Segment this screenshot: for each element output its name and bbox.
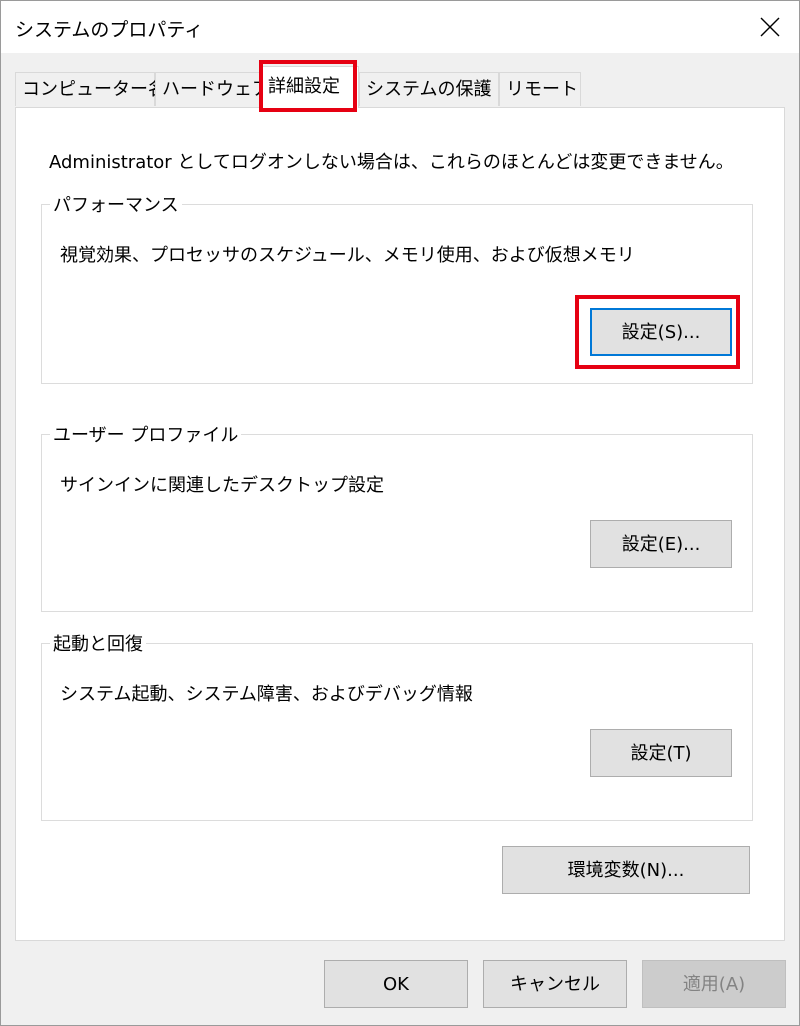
user-profiles-group-label: ユーザー プロファイル — [50, 421, 242, 447]
startup-recovery-settings-button[interactable]: 設定(T) — [590, 729, 732, 777]
tab-hardware[interactable]: ハードウェア — [155, 72, 270, 106]
advanced-tab-panel: Administrator としてログオンしない場合は、これらのほとんどは変更で… — [15, 107, 785, 941]
user-profiles-settings-button[interactable]: 設定(E)... — [590, 520, 732, 568]
close-button[interactable] — [741, 1, 799, 53]
tab-system-protection[interactable]: システムの保護 — [359, 72, 499, 106]
cancel-button[interactable]: キャンセル — [483, 960, 627, 1008]
tab-advanced[interactable]: 詳細設定 — [261, 66, 359, 108]
system-properties-dialog: システムのプロパティ コンピューター名 ハードウェア 詳細設定 システムの保護 … — [0, 0, 800, 1026]
title-bar: システムのプロパティ — [1, 1, 799, 53]
tab-computer-name[interactable]: コンピューター名 — [15, 72, 166, 106]
performance-settings-button[interactable]: 設定(S)... — [590, 308, 732, 356]
performance-group: パフォーマンス 視覚効果、プロセッサのスケジュール、メモリ使用、および仮想メモリ… — [41, 191, 753, 384]
performance-description: 視覚効果、プロセッサのスケジュール、メモリ使用、および仮想メモリ — [60, 245, 635, 266]
tab-remote[interactable]: リモート — [499, 72, 581, 106]
performance-group-label: パフォーマンス — [50, 191, 182, 217]
user-profiles-group: ユーザー プロファイル サインインに関連したデスクトップ設定 設定(E)... — [41, 421, 753, 612]
close-icon — [760, 17, 780, 37]
ok-button[interactable]: OK — [324, 960, 468, 1008]
apply-button[interactable]: 適用(A) — [642, 960, 786, 1008]
user-profiles-description: サインインに関連したデスクトップ設定 — [60, 475, 384, 496]
startup-recovery-group: 起動と回復 システム起動、システム障害、およびデバッグ情報 設定(T) — [41, 630, 753, 821]
startup-recovery-group-label: 起動と回復 — [50, 630, 146, 656]
environment-variables-button[interactable]: 環境変数(N)... — [502, 846, 750, 894]
startup-recovery-description: システム起動、システム障害、およびデバッグ情報 — [60, 684, 473, 705]
window-title: システムのプロパティ — [15, 19, 204, 41]
admin-notice: Administrator としてログオンしない場合は、これらのほとんどは変更で… — [49, 152, 734, 173]
